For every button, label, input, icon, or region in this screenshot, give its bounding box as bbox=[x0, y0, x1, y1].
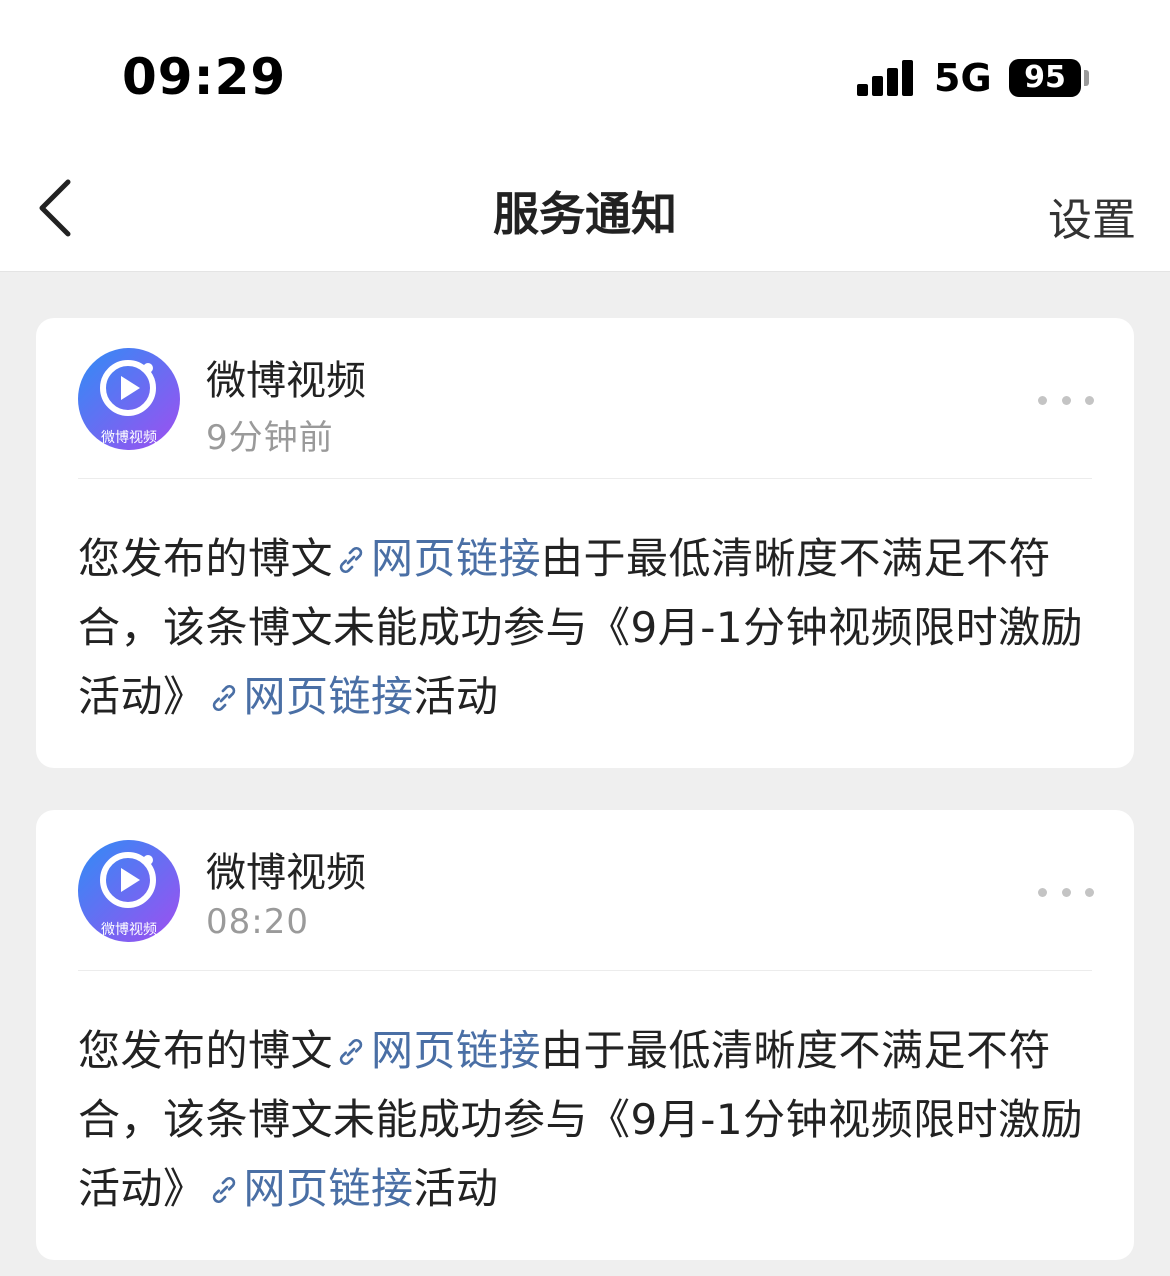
link-icon bbox=[212, 1176, 235, 1204]
more-options-button[interactable] bbox=[1038, 388, 1094, 412]
more-options-button[interactable] bbox=[1038, 880, 1094, 904]
link-icon bbox=[339, 1038, 363, 1066]
notification-message: 您发布的博文 网页链接由于最低清晰度不满足不符合，该条博文未能成功参与《9月-1分… bbox=[78, 524, 1092, 731]
web-link-label: 网页链接 bbox=[371, 1026, 542, 1075]
web-link-label: 网页链接 bbox=[243, 1164, 414, 1213]
status-bar: 09:29 5G 95 bbox=[0, 0, 1170, 150]
top-bar: 09:29 5G 95 服务通知 设置 bbox=[0, 0, 1170, 272]
notification-message: 您发布的博文 网页链接由于最低清晰度不满足不符合，该条博文未能成功参与《9月-1分… bbox=[78, 1016, 1092, 1223]
message-text: 您发布的博文 bbox=[78, 1026, 334, 1075]
notification-card: 微博视频 微博视频 08:20 您发布的博文 网页链接由于最低清晰度不满足不符合，… bbox=[36, 810, 1134, 1260]
dot-icon bbox=[1085, 395, 1094, 405]
divider bbox=[78, 970, 1092, 971]
avatar-label: 微博视频 bbox=[101, 921, 157, 938]
dot-icon bbox=[1085, 887, 1094, 897]
web-link[interactable]: 网页链接 bbox=[333, 1026, 541, 1075]
link-icon bbox=[212, 684, 235, 712]
web-link[interactable]: 网页链接 bbox=[206, 1164, 414, 1213]
link-icon bbox=[339, 546, 363, 574]
battery-icon: 95 bbox=[1009, 59, 1081, 97]
web-link-label: 网页链接 bbox=[243, 672, 414, 721]
avatar-label: 微博视频 bbox=[101, 429, 157, 446]
dot-icon bbox=[1038, 887, 1047, 897]
divider bbox=[78, 478, 1092, 479]
notification-time: 08:20 bbox=[206, 902, 309, 942]
dot-icon bbox=[1061, 887, 1071, 897]
page-title: 服务通知 bbox=[493, 187, 677, 241]
battery-tip bbox=[1084, 70, 1089, 86]
notification-time: 9分钟前 bbox=[206, 418, 334, 458]
web-link-label: 网页链接 bbox=[371, 534, 542, 583]
message-text: 您发布的博文 bbox=[78, 534, 334, 583]
dot-icon bbox=[1061, 395, 1071, 405]
message-text: 活动 bbox=[413, 1164, 499, 1213]
notification-card: 微博视频 微博视频 9分钟前 您发布的博文 网页链接由于最低清晰度不满足不符合，该… bbox=[36, 318, 1134, 768]
status-time: 09:29 bbox=[122, 48, 287, 106]
network-label: 5G bbox=[934, 56, 992, 100]
sender-name: 微博视频 bbox=[206, 358, 366, 404]
sender-name: 微博视频 bbox=[206, 850, 366, 896]
weibo-video-avatar-icon[interactable]: 微博视频 bbox=[78, 348, 180, 450]
web-link[interactable]: 网页链接 bbox=[206, 672, 414, 721]
weibo-video-avatar-icon[interactable]: 微博视频 bbox=[78, 840, 180, 942]
signal-icon bbox=[857, 60, 915, 96]
dot-icon bbox=[1038, 395, 1047, 405]
web-link[interactable]: 网页链接 bbox=[333, 534, 541, 583]
message-text: 活动 bbox=[413, 672, 499, 721]
settings-button[interactable]: 设置 bbox=[1048, 184, 1136, 248]
